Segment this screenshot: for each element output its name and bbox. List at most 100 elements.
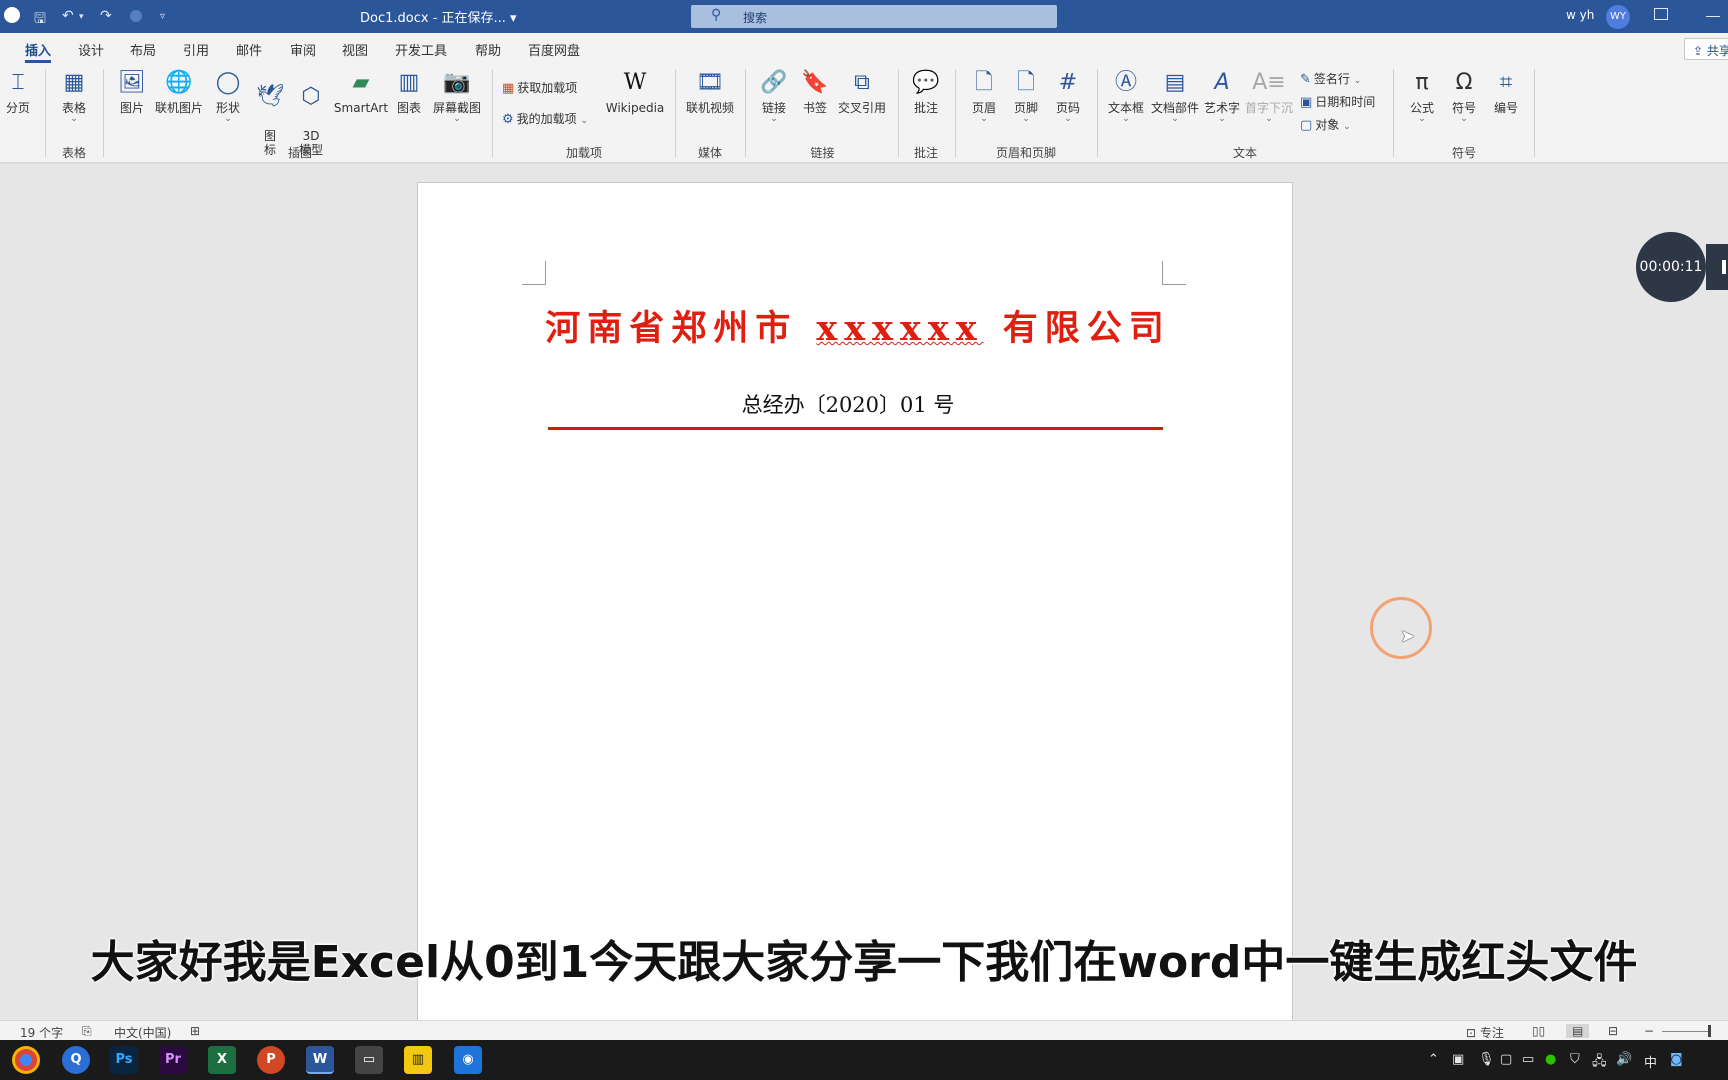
page-break-button[interactable]: ⌶ 分页 bbox=[2, 69, 34, 115]
link-button[interactable]: 🔗 链接 ⌄ bbox=[757, 69, 791, 124]
header-button[interactable]: 🗋 页眉 ⌄ bbox=[968, 69, 1000, 124]
wikipedia-button[interactable]: W Wikipedia bbox=[604, 69, 666, 115]
share-button[interactable]: ⇪ 共享 bbox=[1684, 38, 1728, 60]
read-mode-icon[interactable]: ▯▯ bbox=[1532, 1024, 1545, 1038]
print-layout-icon[interactable]: ▤ bbox=[1566, 1024, 1590, 1038]
tab-baidu-netdisk[interactable]: 百度网盘 bbox=[528, 40, 580, 59]
page-number-button[interactable]: # 页码 ⌄ bbox=[1052, 69, 1084, 124]
tray-app-icon[interactable]: ▣ bbox=[1452, 1052, 1464, 1067]
bookmark-button[interactable]: 🔖 书签 bbox=[799, 69, 831, 115]
premiere-icon[interactable]: Pr bbox=[159, 1046, 187, 1074]
word-icon[interactable]: W bbox=[306, 1046, 334, 1074]
chrome-icon[interactable] bbox=[12, 1046, 40, 1074]
object-button[interactable]: ▢ 对象 ⌄ bbox=[1300, 116, 1351, 133]
accessibility-icon[interactable]: ⊞ bbox=[190, 1024, 200, 1038]
undo-icon[interactable]: ↶ bbox=[62, 8, 74, 26]
customize-toolbar-icon[interactable]: ▿ bbox=[160, 11, 165, 29]
chart-button[interactable]: ▥ 图表 bbox=[393, 69, 425, 115]
zoom-out-icon[interactable]: − bbox=[1644, 1024, 1654, 1038]
photoshop-icon[interactable]: Ps bbox=[110, 1046, 138, 1074]
comment-button[interactable]: 💬 批注 bbox=[908, 69, 944, 115]
redo-icon[interactable]: ↷ bbox=[100, 8, 112, 26]
page-number-label: 页码 bbox=[1055, 101, 1080, 115]
avatar[interactable]: WY bbox=[1606, 5, 1630, 29]
tab-review[interactable]: 审阅 bbox=[290, 40, 316, 59]
volume-icon[interactable]: 🔊 bbox=[1616, 1052, 1632, 1067]
document-number[interactable]: 总经办〔2020〕01 号 bbox=[558, 389, 1138, 419]
search-input[interactable]: ⚲ 搜索 bbox=[691, 5, 1057, 28]
user-name[interactable]: w yh bbox=[1566, 8, 1594, 22]
number-button[interactable]: ⌗ 编号 bbox=[1488, 69, 1524, 115]
proofing-icon[interactable]: ⎘ bbox=[82, 1024, 92, 1039]
ribbon-display-options-icon[interactable] bbox=[1654, 8, 1668, 20]
share-icon: ⇪ bbox=[1693, 44, 1707, 58]
quick-parts-label: 文档部件 bbox=[1150, 101, 1199, 115]
touch-mode-icon[interactable] bbox=[130, 10, 142, 22]
tab-references[interactable]: 引用 bbox=[183, 40, 209, 59]
ime-indicator[interactable]: 中 bbox=[1644, 1052, 1657, 1071]
save-icon[interactable]: 🖫 bbox=[34, 8, 46, 27]
my-addins-button[interactable]: ⚙ 我的加载项 ⌄ bbox=[502, 110, 588, 127]
tab-view[interactable]: 视图 bbox=[342, 40, 368, 59]
picture-button[interactable]: 🖼 图片 bbox=[116, 69, 148, 115]
tab-layout[interactable]: 布局 bbox=[130, 40, 156, 59]
table-button[interactable]: ▦ 表格 ⌄ bbox=[56, 69, 92, 124]
screenshot-button[interactable]: 📷 屏幕截图 ⌄ bbox=[430, 69, 484, 124]
quick-parts-icon: ▤ bbox=[1164, 70, 1186, 95]
tab-mailings[interactable]: 邮件 bbox=[236, 40, 262, 59]
tab-developer[interactable]: 开发工具 bbox=[395, 40, 447, 59]
powerbi-icon[interactable]: ▥ bbox=[404, 1046, 432, 1074]
smartart-button[interactable]: ▰ SmartArt bbox=[333, 69, 389, 115]
tab-help[interactable]: 帮助 bbox=[475, 40, 501, 59]
focus-mode-button[interactable]: ⊡ 专注 bbox=[1466, 1024, 1504, 1041]
word-count[interactable]: 19 个字 bbox=[20, 1024, 63, 1041]
dropcap-button[interactable]: A≡ 首字下沉 ⌄ bbox=[1244, 69, 1294, 124]
recording-controls[interactable] bbox=[1706, 244, 1728, 290]
wordart-button[interactable]: A 艺术字 ⌄ bbox=[1202, 69, 1242, 124]
recording-timer[interactable]: 00:00:11 bbox=[1636, 232, 1706, 302]
tray-app-icon[interactable]: ▢ bbox=[1500, 1052, 1512, 1067]
window-icon[interactable]: ▭ bbox=[355, 1046, 383, 1074]
network-icon[interactable]: 🖧 bbox=[1592, 1052, 1607, 1074]
equation-button[interactable]: π 公式 ⌄ bbox=[1404, 69, 1440, 124]
qq-icon[interactable]: ◙ bbox=[1670, 1052, 1683, 1067]
recorder-icon[interactable]: ◉ bbox=[454, 1046, 482, 1074]
shapes-button[interactable]: ◯ 形状 ⌄ bbox=[210, 69, 246, 124]
undo-dropdown-icon[interactable]: ▾ bbox=[79, 12, 84, 30]
footer-button[interactable]: 🗋 页脚 ⌄ bbox=[1010, 69, 1042, 124]
tab-design[interactable]: 设计 bbox=[78, 40, 104, 59]
microphone-icon[interactable]: 🎙 bbox=[1478, 1052, 1495, 1067]
tab-insert[interactable]: 插入 bbox=[25, 40, 52, 63]
symbol-button[interactable]: Ω 符号 ⌄ bbox=[1446, 69, 1482, 124]
cross-reference-button[interactable]: ⧉ 交叉引用 bbox=[836, 69, 888, 115]
zoom-slider[interactable] bbox=[1662, 1031, 1708, 1032]
header-label: 页眉 bbox=[971, 101, 996, 115]
document-page[interactable]: 河南省郑州市 xxxxxx 有限公司 总经办〔2020〕01 号 bbox=[417, 182, 1293, 1022]
security-icon[interactable]: ⛉ bbox=[1570, 1052, 1580, 1067]
zoom-slider-thumb[interactable] bbox=[1708, 1025, 1711, 1037]
autosave-toggle[interactable] bbox=[4, 7, 20, 23]
powerpoint-icon[interactable]: P bbox=[257, 1046, 285, 1074]
wikipedia-icon: W bbox=[623, 70, 647, 95]
battery-icon[interactable]: ▭ bbox=[1522, 1052, 1534, 1067]
cross-reference-label: 交叉引用 bbox=[837, 101, 886, 115]
date-time-button[interactable]: ▣ 日期和时间 bbox=[1300, 93, 1375, 110]
browser-icon[interactable]: Q bbox=[62, 1046, 90, 1074]
tray-chevron-icon[interactable]: ⌃ bbox=[1428, 1052, 1439, 1067]
minimize-icon[interactable] bbox=[1706, 16, 1720, 17]
language-indicator[interactable]: 中文(中国) bbox=[114, 1024, 171, 1041]
wechat-icon[interactable]: ● bbox=[1545, 1052, 1556, 1067]
title-bar: 🖫 ↶ ▾ ↷ ▿ Doc1.docx - 正在保存... ▾ ⚲ 搜索 w y… bbox=[0, 0, 1728, 33]
signature-line-button[interactable]: ✎ 签名行 ⌄ bbox=[1300, 70, 1361, 87]
textbox-button[interactable]: Ⓐ 文本框 ⌄ bbox=[1106, 69, 1146, 124]
quick-parts-button[interactable]: ▤ 文档部件 ⌄ bbox=[1150, 69, 1200, 124]
get-addins-button[interactable]: ▦ 获取加载项 bbox=[502, 79, 577, 96]
chevron-down-icon: ⌄ bbox=[1022, 114, 1030, 124]
excel-icon[interactable]: X bbox=[208, 1046, 236, 1074]
online-video-label: 联机视频 bbox=[685, 101, 734, 115]
online-video-button[interactable]: 🎞 联机视频 bbox=[684, 69, 736, 115]
web-layout-icon[interactable]: ⊟ bbox=[1608, 1024, 1618, 1038]
document-heading[interactable]: 河南省郑州市 xxxxxx 有限公司 bbox=[508, 300, 1208, 351]
group-label-media: 媒体 bbox=[697, 146, 722, 160]
online-picture-button[interactable]: 🌐 联机图片 bbox=[153, 69, 205, 115]
